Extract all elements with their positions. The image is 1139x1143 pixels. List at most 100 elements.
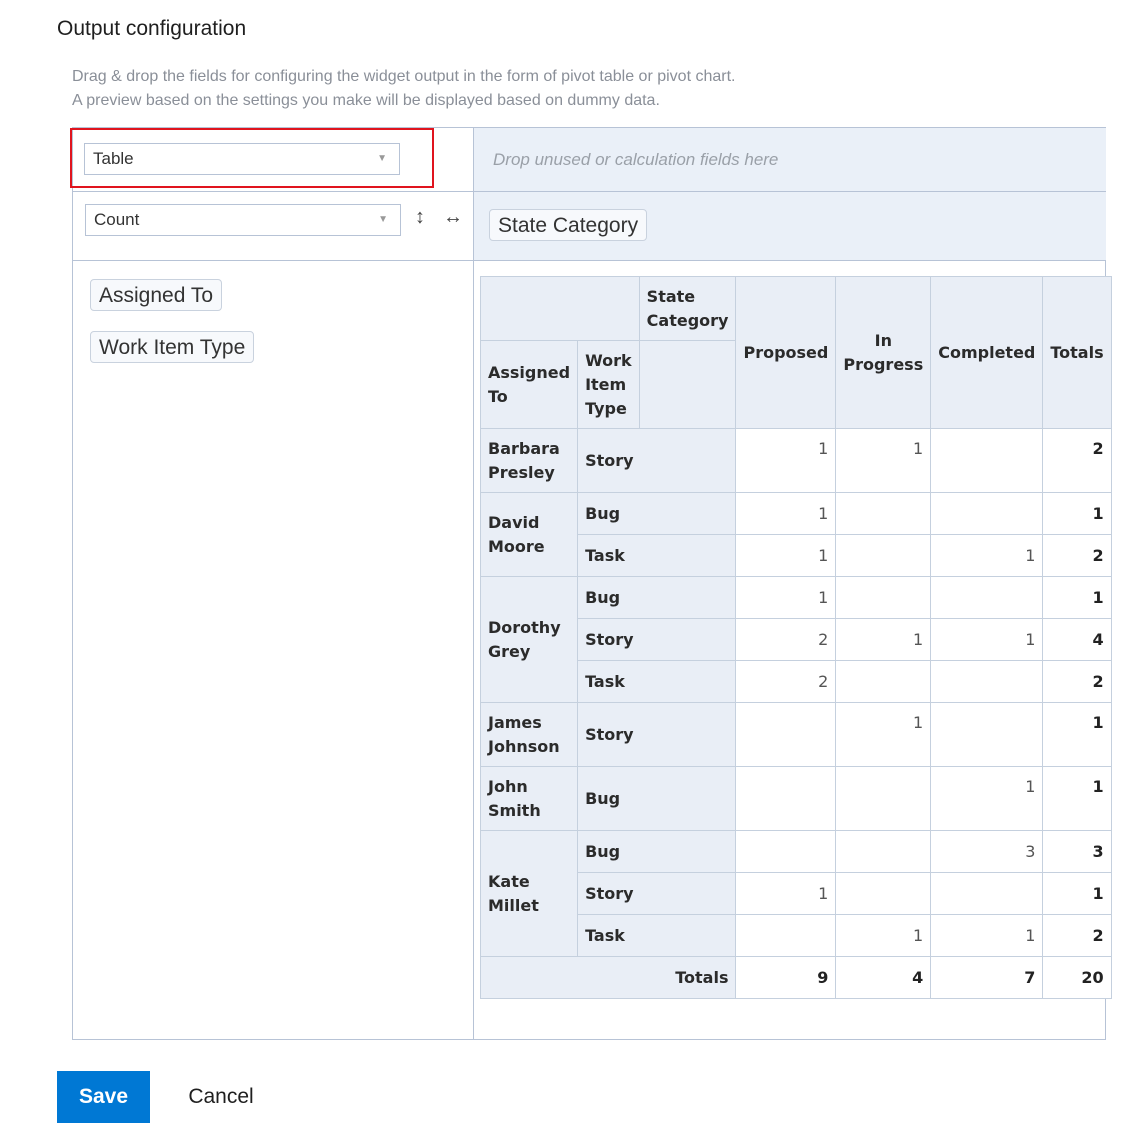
swap-horizontal-icon[interactable]: ↔ bbox=[443, 206, 463, 229]
column-header: In Progress bbox=[835, 276, 932, 429]
table-row: John Smith Bug 1 1 bbox=[479, 766, 1112, 831]
value-cell bbox=[735, 914, 837, 957]
row-header: Work Item Type bbox=[577, 340, 640, 429]
assignee-cell: Dorothy Grey bbox=[479, 576, 579, 703]
value-cell: 1 bbox=[835, 914, 932, 957]
table-row: Dorothy Grey Bug 1 1 bbox=[479, 576, 1112, 703]
work-item-type-cell: Bug bbox=[577, 576, 737, 619]
row-field-chip[interactable]: Work Item Type bbox=[90, 331, 255, 363]
row-total-cell: 3 bbox=[1042, 830, 1112, 873]
row-total-cell: 1 bbox=[1042, 576, 1112, 619]
grand-total-cell: 4 bbox=[835, 956, 932, 999]
table-row: Barbara Presley Story 1 1 2 bbox=[479, 428, 1112, 493]
row-total-cell: 2 bbox=[1042, 534, 1112, 577]
column-header: Completed bbox=[930, 276, 1044, 429]
assignee-cell: David Moore bbox=[479, 492, 579, 577]
pivot-table: State Category Proposed In Progress Complete… bbox=[479, 276, 1112, 999]
work-item-type-cell: Task bbox=[577, 660, 737, 703]
assignee-cell: Barbara Presley bbox=[479, 428, 579, 493]
work-item-type-cell: Story bbox=[577, 428, 737, 493]
work-item-type-cell: Bug bbox=[577, 766, 737, 831]
value-cell bbox=[930, 576, 1044, 619]
vertical-divider bbox=[473, 128, 474, 1040]
column-field-header: State Category bbox=[638, 276, 737, 341]
assignee-cell: Kate Millet bbox=[479, 830, 579, 957]
value-cell bbox=[930, 428, 1044, 493]
value-cell: 1 bbox=[930, 534, 1044, 577]
value-cell: 1 bbox=[735, 872, 837, 915]
chevron-down-icon: ▼ bbox=[378, 214, 388, 225]
row-total-cell: 1 bbox=[1042, 872, 1112, 915]
swap-vertical-icon[interactable]: ↕ bbox=[415, 206, 425, 229]
value-cell: 1 bbox=[835, 702, 932, 767]
row-total-cell: 2 bbox=[1042, 660, 1112, 703]
table-row: James Johnson Story 1 1 bbox=[479, 702, 1112, 767]
value-cell: 1 bbox=[735, 534, 837, 577]
output-type-value: Table bbox=[93, 149, 134, 168]
row-total-cell: 1 bbox=[1042, 492, 1112, 535]
work-item-type-cell: Story bbox=[577, 872, 737, 915]
value-cell: 2 bbox=[735, 660, 837, 703]
section-title: Output configuration bbox=[57, 17, 247, 40]
value-cell: 1 bbox=[930, 766, 1044, 831]
header-spacer bbox=[638, 340, 737, 429]
totals-label: Totals bbox=[479, 956, 737, 999]
value-cell: 3 bbox=[930, 830, 1044, 873]
work-item-type-cell: Bug bbox=[577, 830, 737, 873]
description: Drag & drop the fields for configuring t… bbox=[72, 65, 735, 113]
value-cell bbox=[930, 492, 1044, 535]
column-header: Totals bbox=[1042, 276, 1112, 429]
description-line-1: Drag & drop the fields for configuring t… bbox=[72, 68, 736, 85]
value-cell bbox=[735, 830, 837, 873]
row-header: Assigned To bbox=[479, 340, 579, 429]
pivot-config-panel: Table ▼ Drop unused or calculation field… bbox=[70, 127, 1112, 1040]
value-cell bbox=[835, 576, 932, 619]
grand-total-cell: 20 bbox=[1042, 956, 1112, 999]
row-field-chip[interactable]: Assigned To bbox=[90, 279, 223, 311]
work-item-type-cell: Task bbox=[577, 914, 737, 957]
header-spacer bbox=[480, 276, 640, 341]
row-total-cell: 1 bbox=[1042, 766, 1112, 831]
value-cell: 1 bbox=[930, 618, 1044, 661]
value-cell bbox=[735, 702, 837, 767]
aggregation-select[interactable]: Count ▼ bbox=[85, 204, 401, 236]
value-cell: 1 bbox=[930, 914, 1044, 957]
value-cell bbox=[835, 872, 932, 915]
column-field-chip[interactable]: State Category bbox=[489, 209, 648, 241]
value-cell: 1 bbox=[735, 428, 837, 493]
work-item-type-cell: Story bbox=[577, 618, 737, 661]
assignee-cell: James Johnson bbox=[479, 702, 579, 767]
work-item-type-cell: Bug bbox=[577, 492, 737, 535]
row-total-cell: 4 bbox=[1042, 618, 1112, 661]
divider-fields bbox=[73, 260, 1106, 261]
grand-total-cell: 7 bbox=[930, 956, 1044, 999]
work-item-type-cell: Story bbox=[577, 702, 737, 767]
value-cell bbox=[835, 534, 932, 577]
table-row: Kate Millet Bug 3 3 bbox=[479, 830, 1112, 957]
save-button[interactable]: Save bbox=[57, 1071, 150, 1123]
grand-total-cell: 9 bbox=[735, 956, 837, 999]
work-item-type-cell: Task bbox=[577, 534, 737, 577]
divider-drop-area bbox=[473, 191, 1106, 192]
row-total-cell: 2 bbox=[1042, 428, 1112, 493]
value-cell bbox=[835, 492, 932, 535]
divider-left-top bbox=[73, 191, 473, 192]
value-cell: 1 bbox=[835, 428, 932, 493]
table-row: David Moore Bug 1 1 bbox=[479, 492, 1112, 577]
value-cell bbox=[835, 660, 932, 703]
value-cell: 1 bbox=[735, 576, 837, 619]
assignee-cell: John Smith bbox=[479, 766, 579, 831]
row-total-cell: 2 bbox=[1042, 914, 1112, 957]
value-cell bbox=[835, 766, 932, 831]
aggregation-value: Count bbox=[94, 210, 140, 229]
value-cell: 1 bbox=[835, 618, 932, 661]
column-header: Proposed bbox=[735, 276, 837, 429]
value-cell: 1 bbox=[735, 492, 837, 535]
output-type-select[interactable]: Table ▼ bbox=[84, 143, 400, 175]
value-cell bbox=[930, 702, 1044, 767]
row-total-cell: 1 bbox=[1042, 702, 1112, 767]
value-cell bbox=[930, 660, 1044, 703]
drop-unused-fields-hint: Drop unused or calculation fields here bbox=[493, 150, 779, 169]
cancel-button[interactable]: Cancel bbox=[175, 1071, 267, 1123]
value-cell: 2 bbox=[735, 618, 837, 661]
